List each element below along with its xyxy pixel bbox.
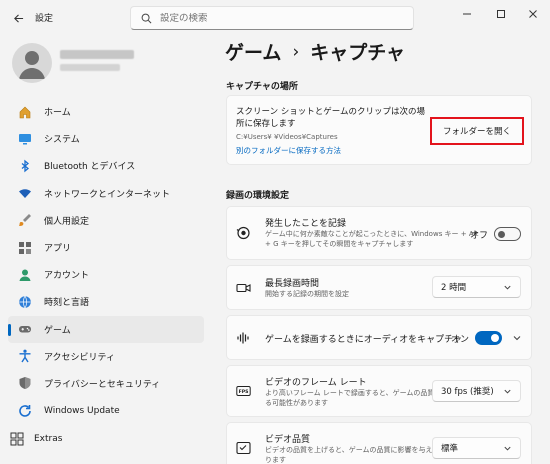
row-title: ビデオのフレーム レート	[265, 378, 367, 388]
sidebar-item-label: ホーム	[44, 108, 71, 119]
sidebar-item-accessibility[interactable]: アクセシビリティ	[8, 343, 204, 370]
chevron-down-icon	[504, 446, 511, 451]
toggle-state-label: オフ	[470, 231, 489, 241]
system-icon	[18, 132, 32, 146]
row-title: 発生したことを記録	[265, 219, 347, 229]
toggle-state-label: オン	[451, 335, 470, 345]
profile-name-redacted	[60, 50, 134, 59]
close-icon	[529, 10, 537, 18]
chevron-down-icon[interactable]	[512, 333, 522, 343]
sidebar-item-label: ゲーム	[44, 325, 71, 336]
sidebar-item-label: アカウント	[44, 271, 90, 282]
location-description: スクリーン ショットとゲームのクリップは次の場所に保存します	[236, 107, 426, 129]
row-subtitle: ゲーム中に何か素敵なことが起こったときに、Windows キー + Alt + …	[265, 230, 479, 248]
dropdown-value: 2 時間	[441, 283, 467, 293]
sidebar-item-label: 時刻と言語	[44, 298, 90, 309]
search-input[interactable]	[160, 12, 400, 24]
shield-icon	[18, 376, 32, 390]
open-folder-label: フォルダーを開く	[442, 127, 511, 137]
sidebar-nav: ホーム システム Bluetooth とデバイス ネットワークとインターネット …	[8, 98, 204, 424]
audio-waveform-icon	[236, 330, 251, 345]
network-icon	[18, 186, 32, 200]
account-icon	[18, 268, 32, 282]
search-icon	[141, 13, 152, 23]
record-icon	[236, 226, 251, 241]
open-folder-button[interactable]: フォルダーを開く	[430, 117, 524, 145]
gamepad-icon	[18, 322, 32, 336]
sidebar-item-windows-update[interactable]: Windows Update	[8, 397, 204, 424]
row-title: 最長録画時間	[265, 279, 320, 289]
breadcrumb: ゲーム › キャプチャ	[225, 38, 405, 65]
camera-icon	[236, 280, 251, 295]
globe-clock-icon	[18, 295, 32, 309]
sidebar-item-label: システム	[44, 135, 80, 146]
sidebar-item-system[interactable]: システム	[8, 125, 204, 152]
sidebar-item-personalization[interactable]: 個人用設定	[8, 207, 204, 234]
sidebar-item-accounts[interactable]: アカウント	[8, 261, 204, 288]
section-heading-location: キャプチャの場所	[226, 82, 298, 92]
sidebar-extras-label: Extras	[34, 434, 63, 444]
row-title: ゲームを録画するときにオーディオをキャプチャ	[265, 335, 463, 345]
sidebar-item-bluetooth[interactable]: Bluetooth とデバイス	[8, 152, 204, 179]
minimize-button[interactable]	[450, 0, 484, 28]
search-box[interactable]	[130, 6, 414, 30]
apps-icon	[18, 241, 32, 255]
frame-rate-dropdown[interactable]: 30 fps (推奨)	[432, 380, 521, 402]
video-quality-dropdown[interactable]: 標準	[432, 437, 521, 459]
location-path: C:¥Users¥ ¥Videos¥Captures	[236, 133, 338, 141]
app-title: 設定	[35, 14, 54, 24]
bluetooth-icon	[18, 159, 32, 173]
accessibility-icon	[18, 349, 32, 363]
breadcrumb-parent[interactable]: ゲーム	[225, 38, 281, 65]
sidebar-item-extras[interactable]: Extras	[8, 427, 62, 451]
back-arrow-icon	[13, 13, 23, 23]
profile-email-redacted	[60, 64, 120, 71]
sidebar-item-home[interactable]: ホーム	[8, 98, 204, 125]
record-what-happened-toggle[interactable]	[494, 227, 521, 241]
breadcrumb-separator: ›	[292, 41, 300, 62]
dropdown-value: 30 fps (推奨)	[441, 387, 494, 397]
video-quality-icon	[236, 441, 251, 456]
chevron-down-icon	[504, 285, 511, 290]
sidebar-item-network[interactable]: ネットワークとインターネット	[8, 180, 204, 207]
section-heading-recording: 録画の環境設定	[226, 191, 290, 201]
sidebar-item-apps[interactable]: アプリ	[8, 234, 204, 261]
max-recording-length-dropdown[interactable]: 2 時間	[432, 276, 521, 298]
minimize-icon	[463, 13, 471, 15]
sidebar-item-label: ネットワークとインターネット	[44, 189, 171, 200]
capture-audio-toggle[interactable]	[475, 331, 502, 345]
extras-grid-icon	[10, 432, 24, 446]
sidebar-item-label: プライバシーとセキュリティ	[44, 379, 161, 390]
close-button[interactable]	[516, 0, 550, 28]
sidebar-item-label: Bluetooth とデバイス	[44, 162, 136, 173]
capture-audio-row[interactable]: ゲームを録画するときにオーディオをキャプチャ オン	[226, 315, 532, 360]
sidebar-item-label: 個人用設定	[44, 216, 90, 227]
sidebar-item-gaming[interactable]: ゲーム	[8, 315, 204, 343]
row-title: ビデオ品質	[265, 435, 311, 445]
maximize-icon	[497, 10, 505, 18]
dropdown-value: 標準	[441, 444, 459, 454]
chevron-down-icon	[504, 389, 511, 394]
svg-text:FPS: FPS	[239, 389, 249, 395]
brush-icon	[18, 213, 32, 227]
sidebar-item-label: Windows Update	[44, 405, 120, 416]
sidebar-item-label: アクセシビリティ	[44, 352, 116, 363]
update-icon	[18, 404, 32, 418]
fps-icon: FPS	[236, 384, 251, 399]
person-icon	[19, 51, 45, 79]
page-title: キャプチャ	[310, 42, 406, 64]
sidebar-item-label: アプリ	[44, 244, 72, 255]
sidebar-item-privacy[interactable]: プライバシーとセキュリティ	[8, 370, 204, 397]
home-icon	[18, 105, 32, 119]
back-button[interactable]	[8, 8, 28, 28]
title-bar: 設定	[0, 0, 550, 36]
maximize-button[interactable]	[484, 0, 518, 28]
save-elsewhere-link[interactable]: 別のフォルダーに保存する方法	[236, 145, 341, 156]
sidebar-item-time-language[interactable]: 時刻と言語	[8, 288, 204, 315]
record-what-happened-row: 発生したことを記録 ゲーム中に何か素敵なことが起こったときに、Windows キ…	[226, 206, 532, 260]
avatar[interactable]	[12, 43, 52, 83]
